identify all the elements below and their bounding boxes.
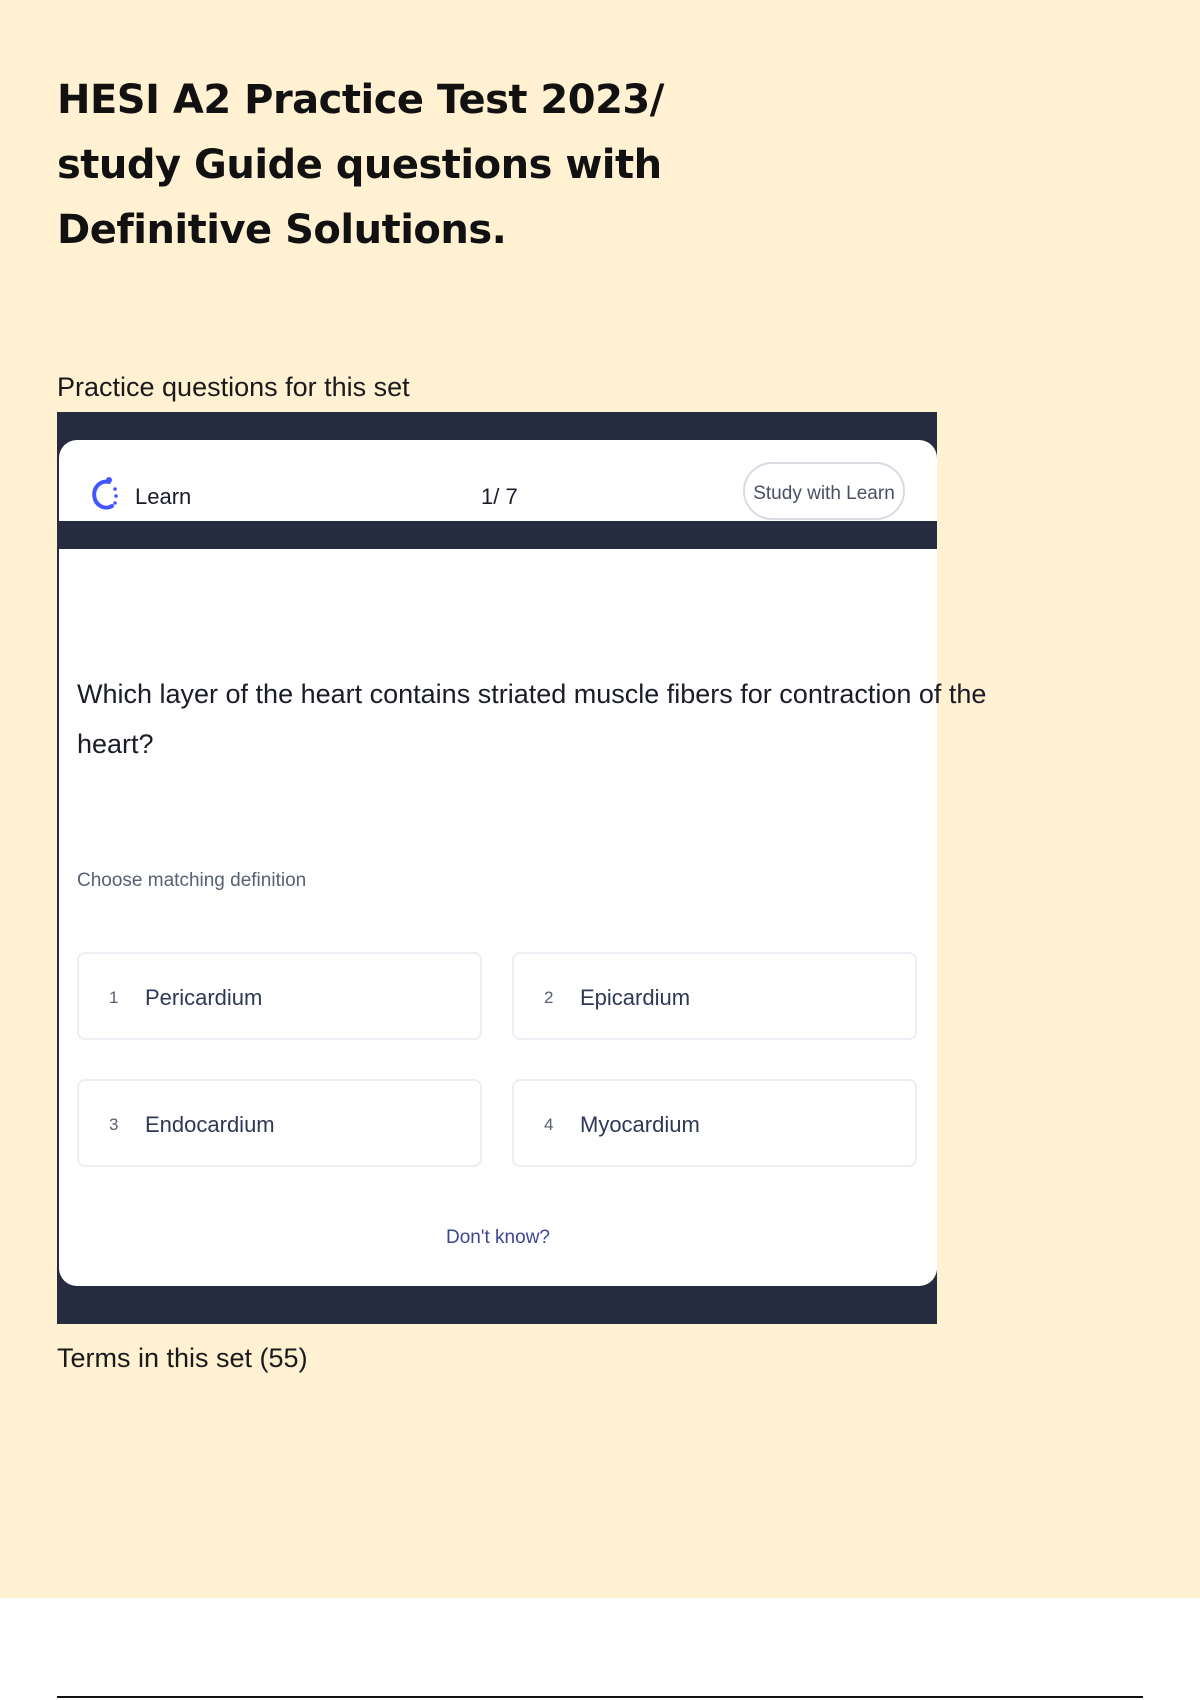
option-number: 3 [109,1115,119,1134]
option-label: Pericardium [145,985,263,1010]
option-label: Endocardium [145,1112,275,1137]
practice-questions-heading: Practice questions for this set [57,372,410,402]
dont-know-link[interactable]: Don't know? [59,1227,937,1249]
option-number: 4 [544,1115,554,1134]
document-title: HESI A2 Practice Test 2023/ study Guide … [57,68,717,263]
terms-in-set-heading: Terms in this set (55) [57,1343,308,1373]
study-with-learn-button[interactable]: Study with Learn [743,462,905,520]
footer-divider [57,1696,1143,1698]
learn-embed-frame: Learn 1/ 7 Study with Learn Which layer … [57,412,986,1324]
quiz-card: Which layer of the heart contains striat… [59,549,986,1286]
option-number: 1 [109,988,119,1007]
learn-mode-label: Learn [135,484,192,509]
option-number: 2 [544,988,554,1007]
learn-ring-icon [92,477,118,510]
option-label: Epicardium [580,985,691,1010]
option-label: Myocardium [580,1112,700,1137]
answer-option-3[interactable]: 3 Endocardium [77,1079,482,1167]
learn-header: Learn 1/ 7 Study with Learn [59,440,937,533]
answer-option-4[interactable]: 4 Myocardium [512,1079,917,1167]
answer-option-1[interactable]: 1 Pericardium [77,952,482,1040]
header-divider-strip [57,521,937,549]
question-text: Which layer of the heart contains striat… [77,679,987,759]
question-progress: 1/ 7 [481,484,518,509]
answer-option-2[interactable]: 2 Epicardium [512,952,917,1040]
choose-definition-prompt: Choose matching definition [77,870,307,891]
title-line-1: HESI A2 Practice Test 2023/ [57,77,664,123]
title-line-2: study Guide questions with [57,142,662,188]
title-line-3: Definitive Solutions. [57,207,507,253]
